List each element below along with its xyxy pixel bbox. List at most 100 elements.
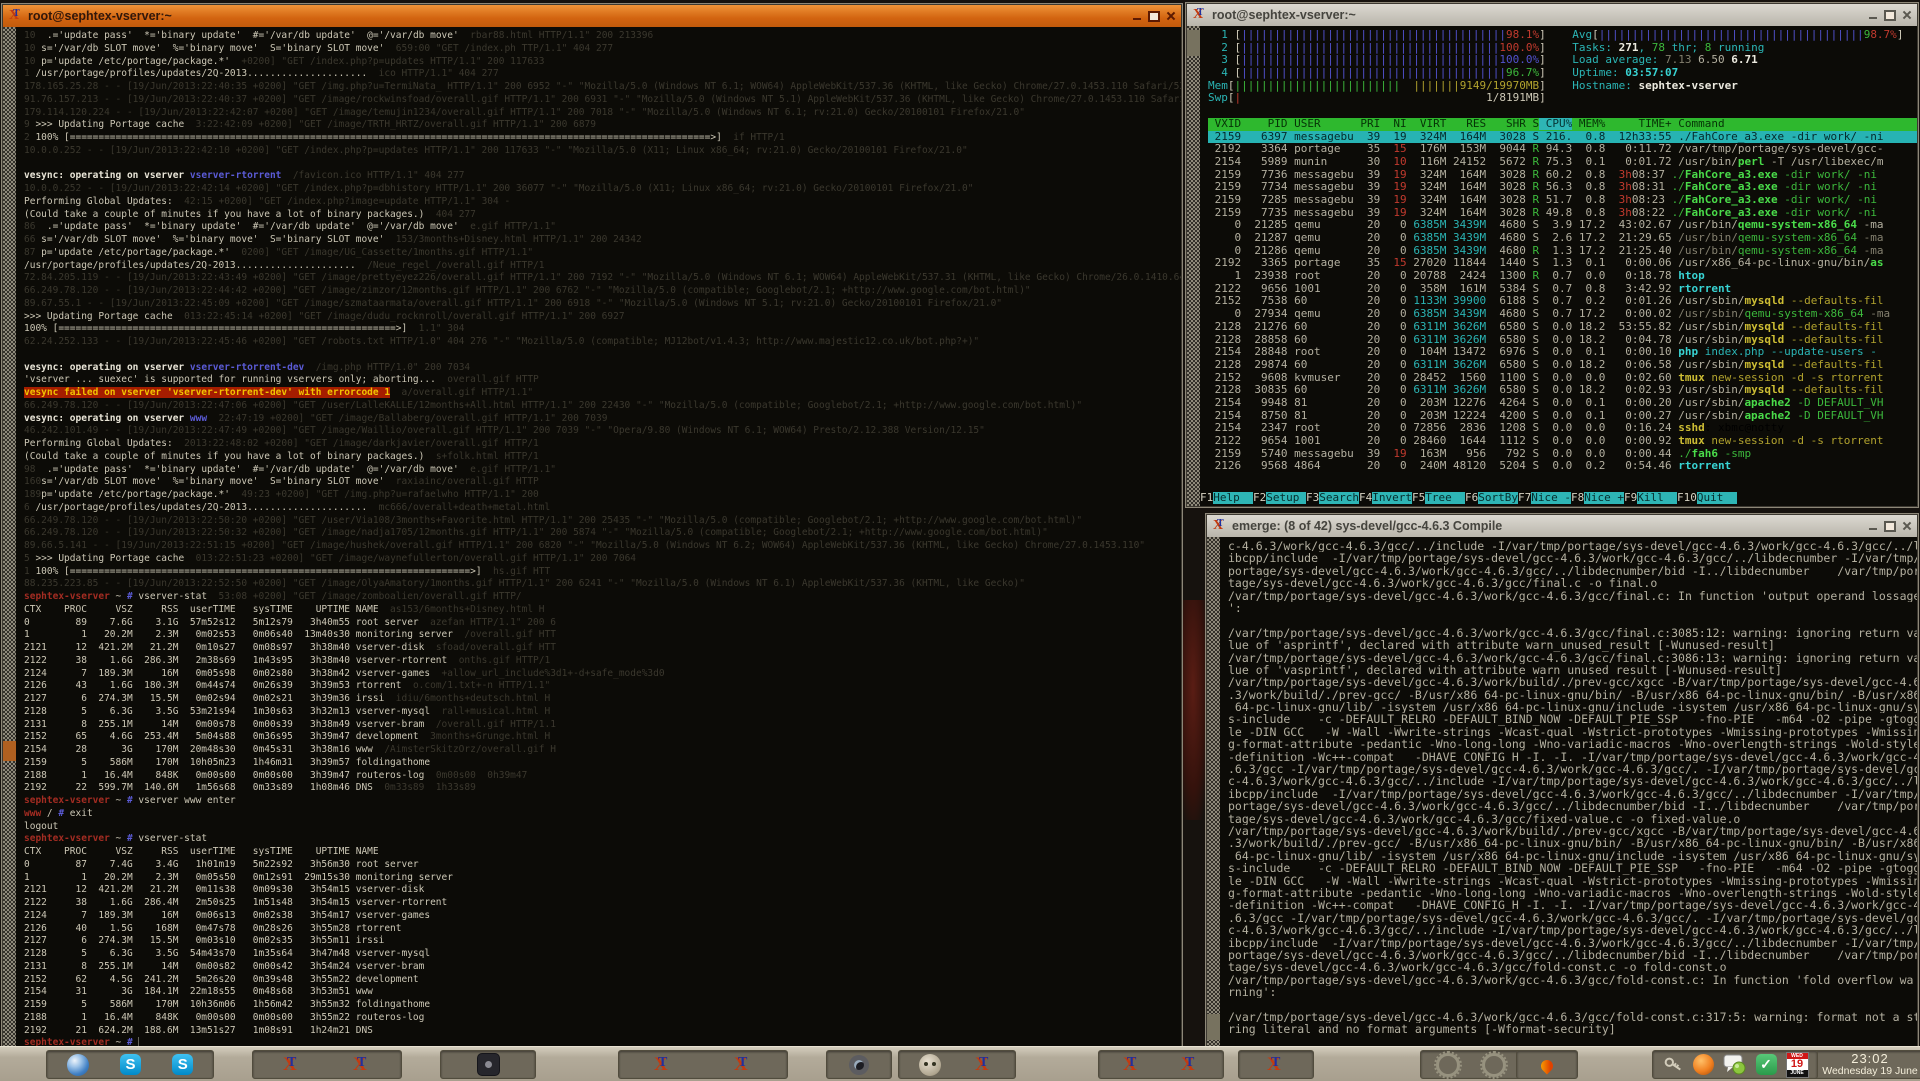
fkey-label[interactable]: Kill bbox=[1637, 492, 1677, 504]
fkey-label[interactable]: Nice + bbox=[1584, 492, 1624, 504]
maximize-button[interactable] bbox=[1883, 9, 1896, 21]
camera-icon[interactable] bbox=[849, 1055, 869, 1075]
terminal-content[interactable]: 10 .='update pass' *='binary update' #='… bbox=[16, 27, 1181, 1047]
scrollbar[interactable] bbox=[1207, 537, 1220, 1046]
terminal-text-segment: /AimsterSkitzOrz/overall.gif H bbox=[373, 744, 556, 755]
scrollbar[interactable] bbox=[1187, 26, 1200, 506]
fkey-label[interactable]: Invert bbox=[1372, 492, 1412, 504]
terminal-line: 2 [|||||||||||||||||||||||||||||||||||||… bbox=[1208, 42, 1917, 55]
terminal-line: lue of 'vasprintf', declared with attrib… bbox=[1228, 664, 1917, 676]
xterm-icon[interactable]: XT bbox=[732, 1054, 754, 1076]
fkey-label[interactable]: Quit bbox=[1697, 492, 1737, 504]
terminal-text-segment: 2154 31 3G 184.1M 22m18s55 0m48s68 3h53m… bbox=[24, 986, 373, 997]
gimp-icon[interactable] bbox=[919, 1054, 941, 1076]
terminal-text-segment: 56.3 0.8 bbox=[1539, 181, 1618, 193]
minimize-button[interactable] bbox=[1866, 9, 1879, 21]
terminal-text-segment: 6.50 bbox=[1698, 54, 1731, 66]
titlebar[interactable]: XT root@sephtex-vserver:~ bbox=[3, 5, 1181, 27]
taskbar-panel: XT bbox=[1238, 1050, 1314, 1079]
terminal-text-segment: portage/sys-devel/gcc-4.6.3/work/gcc-4.6… bbox=[1228, 949, 1917, 961]
terminal-text-segment: 1 bbox=[24, 566, 35, 577]
clock[interactable]: 23:02 Wednesday 19 June bbox=[1812, 1050, 1920, 1079]
xterm-icon[interactable]: XT bbox=[1121, 1054, 1143, 1076]
fkey-label[interactable]: Tree bbox=[1425, 492, 1465, 504]
gear-icon[interactable] bbox=[1436, 1053, 1460, 1077]
orangeball-icon[interactable] bbox=[1693, 1054, 1714, 1075]
fkey-f7[interactable]: F7 bbox=[1518, 492, 1531, 504]
chromium-icon[interactable] bbox=[67, 1054, 89, 1076]
emerge-content[interactable]: c-4.6.3/work/gcc-4.6.3/gcc/../include -I… bbox=[1220, 537, 1917, 1046]
fkey-label[interactable]: Setup bbox=[1266, 492, 1306, 504]
fkey-f6[interactable]: F6 bbox=[1465, 492, 1478, 504]
fkey-f4[interactable]: F4 bbox=[1359, 492, 1372, 504]
terminal-text-segment: -definition -Wc++-compat -DHAVE_CONFIG_H… bbox=[1228, 751, 1917, 763]
terminal-text-segment: .='update pass' *='binary update' #='/va… bbox=[41, 221, 459, 232]
xterm-icon[interactable]: XT bbox=[351, 1054, 373, 1076]
terminal-text-segment: mysqld bbox=[1744, 295, 1784, 307]
xterm-icon[interactable]: XT bbox=[1265, 1054, 1287, 1076]
fkey-f2[interactable]: F2 bbox=[1253, 492, 1266, 504]
maximize-button[interactable] bbox=[1883, 520, 1896, 532]
terminal-text-segment: apache2 bbox=[1744, 410, 1790, 422]
xterm-icon[interactable]: XT bbox=[652, 1054, 674, 1076]
terminal-window-vserver: XT root@sephtex-vserver:~ 10 .='update p… bbox=[2, 4, 1182, 1048]
close-button[interactable] bbox=[1164, 10, 1177, 22]
titlebar[interactable]: XT emerge: (8 of 42) sys-devel/gcc-4.6.3… bbox=[1207, 515, 1917, 537]
terminal-line: (Could take a couple of minutes if you h… bbox=[24, 451, 1181, 464]
fkey-label[interactable]: Nice - bbox=[1531, 492, 1571, 504]
terminal-text-segment: 2188 1 16.4M 848K 0m00s00 0m00s00 3h55m2… bbox=[24, 1012, 424, 1023]
terminal-line: 9 >>> Updating Portage cache 3:22:42:09 … bbox=[24, 119, 1181, 132]
close-button[interactable] bbox=[1900, 9, 1913, 21]
darkapp-icon[interactable] bbox=[477, 1053, 500, 1076]
minimize-button[interactable] bbox=[1130, 10, 1143, 22]
maximize-button[interactable] bbox=[1147, 10, 1160, 22]
terminal-text-segment: htop bbox=[1678, 270, 1705, 282]
htop-function-bar[interactable]: F1Help F2Setup F3SearchF4InvertF5Tree F6… bbox=[1200, 492, 1917, 505]
terminal-line: /usr/portage/profiles/updates/2Q-2013...… bbox=[24, 260, 1181, 273]
scrollbar-thumb[interactable] bbox=[1187, 30, 1200, 56]
skypecheck-icon[interactable]: ✓ bbox=[1756, 1054, 1777, 1075]
titlebar[interactable]: XT root@sephtex-vserver:~ bbox=[1187, 4, 1917, 26]
fkey-label[interactable]: SortBy bbox=[1478, 492, 1518, 504]
flame-icon[interactable] bbox=[1539, 1058, 1556, 1075]
terminal-line: 2159 7285 messagebu 39 19 324M 164M 3028… bbox=[1208, 194, 1917, 207]
skype-icon[interactable]: S bbox=[120, 1054, 141, 1075]
fkey-f3[interactable]: F3 bbox=[1306, 492, 1319, 504]
terminal-line: 1 23938 root 20 0 20788 2424 1300 R 0.7 … bbox=[1208, 270, 1917, 283]
xterm-icon[interactable]: XT bbox=[973, 1054, 995, 1076]
xterm-icon[interactable]: XT bbox=[281, 1054, 303, 1076]
gear-icon[interactable] bbox=[1482, 1053, 1506, 1077]
fkey-f10[interactable]: F10 bbox=[1677, 492, 1697, 504]
fkey-label[interactable]: Help bbox=[1213, 492, 1253, 504]
terminal-text-segment: mysqld bbox=[1744, 321, 1784, 333]
fkey-f5[interactable]: F5 bbox=[1412, 492, 1425, 504]
terminal-text-segment: 2159 7736 messagebu 39 bbox=[1208, 169, 1380, 181]
terminal-text-segment: 6580 S 0.0 18.2 0:04.78 bbox=[1486, 334, 1678, 346]
close-button[interactable] bbox=[1900, 520, 1913, 532]
htop-content[interactable]: 1 [|||||||||||||||||||||||||||||||||||||… bbox=[1200, 26, 1917, 506]
minimize-button[interactable] bbox=[1866, 520, 1879, 532]
terminal-text-segment: le -DIN_GCC -W -Wall -Wwrite-strings -Wc… bbox=[1228, 875, 1917, 887]
terminal-text-segment: 9149/19970MB bbox=[1460, 80, 1539, 92]
key-icon[interactable] bbox=[1662, 1054, 1684, 1076]
xterm-icon[interactable]: XT bbox=[1179, 1054, 1201, 1076]
scrollbar-thumb[interactable] bbox=[3, 741, 16, 761]
fkey-f1[interactable]: F1 bbox=[1200, 492, 1213, 504]
chat-icon[interactable] bbox=[1723, 1054, 1747, 1076]
terminal-text-segment: 10.0.0.252 - - [19/Jun/2013:22:42:14 +02… bbox=[24, 183, 973, 194]
terminal-text-segment: 66.249.78.120 - - [19/Jun/2013:22:50:32 … bbox=[24, 527, 1048, 538]
terminal-text-segment: .='update pass' *='binary update' #='/va… bbox=[41, 30, 459, 41]
terminal-text-segment: 2192 3365 portage 35 bbox=[1208, 257, 1380, 269]
terminal-text-segment: |||||||||||||||||||||||||||||||||||||||| bbox=[1599, 29, 1864, 41]
terminal-text-segment: 6311M 3626M bbox=[1413, 334, 1486, 346]
terminal-line: 2128 28858 60 20 0 6311M 3626M 6580 S 0.… bbox=[1208, 334, 1917, 347]
scrollbar-thumb[interactable] bbox=[1207, 1014, 1220, 1040]
terminal-text-segment: 6385M 3439M bbox=[1413, 232, 1486, 244]
fkey-label[interactable]: Search bbox=[1319, 492, 1359, 504]
scrollbar[interactable] bbox=[3, 27, 16, 1047]
fkey-f8[interactable]: F8 bbox=[1571, 492, 1584, 504]
skype-icon[interactable]: S bbox=[172, 1054, 193, 1075]
fkey-f9[interactable]: F9 bbox=[1624, 492, 1637, 504]
terminal-text-segment: / bbox=[41, 808, 58, 819]
calendar-icon[interactable]: WED19JUNE bbox=[1786, 1052, 1809, 1078]
